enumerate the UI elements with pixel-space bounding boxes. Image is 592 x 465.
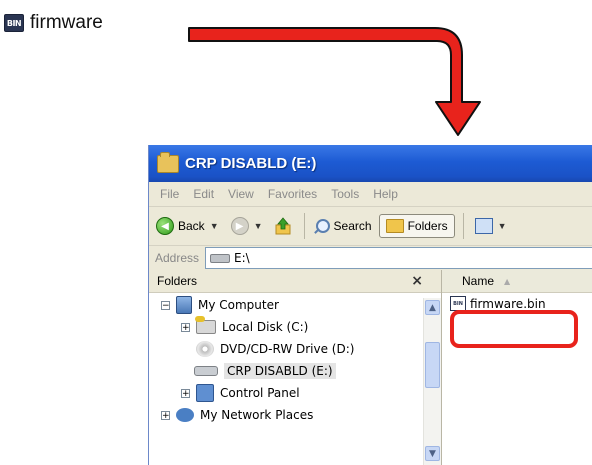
folder-icon: [157, 151, 179, 173]
tree-item-label: CRP DISABLD (E:): [224, 363, 336, 379]
close-icon[interactable]: ×: [411, 273, 423, 289]
dvd-drive-icon: [196, 341, 214, 357]
menu-view[interactable]: View: [221, 187, 261, 201]
chevron-down-icon[interactable]: ▼: [210, 221, 219, 231]
bin-file-icon: BIN: [450, 296, 466, 311]
toolbar: ◀ Back ▼ ▶ ▼ Search Folders ▼: [149, 207, 592, 246]
forward-button[interactable]: ▶ ▼: [226, 213, 268, 239]
folder-tree: − My Computer + Local Disk (C:) DVD/CD-R…: [149, 294, 423, 426]
folder-icon: [385, 219, 404, 233]
tree-item-my-computer[interactable]: − My Computer: [149, 294, 423, 316]
files-pane: Name ▲ BIN firmware.bin: [442, 270, 592, 465]
collapse-icon[interactable]: −: [161, 300, 170, 310]
file-name: firmware.bin: [470, 296, 546, 311]
folders-pane-title: Folders: [157, 274, 198, 288]
red-highlight-box: [450, 310, 578, 348]
folders-scrollbar[interactable]: ▲ ▼: [423, 298, 441, 465]
views-button[interactable]: ▼: [470, 214, 512, 238]
computer-icon: [176, 296, 192, 314]
tree-item-label: Control Panel: [220, 386, 300, 400]
search-label: Search: [333, 219, 372, 233]
explorer-window: CRP DISABLD (E:) File Edit View Favorite…: [148, 145, 592, 465]
forward-arrow-icon: ▶: [230, 217, 249, 235]
network-icon: [176, 408, 194, 422]
expand-icon[interactable]: +: [181, 388, 190, 398]
toolbar-separator: [303, 213, 305, 239]
title-bar[interactable]: CRP DISABLD (E:): [149, 145, 592, 182]
up-button[interactable]: [270, 213, 296, 239]
tree-item-label: Local Disk (C:): [222, 320, 309, 334]
address-bar: Address E:\: [149, 246, 592, 271]
back-label: Back: [178, 219, 205, 233]
tree-item-local-disk[interactable]: + Local Disk (C:): [149, 316, 423, 338]
scroll-thumb[interactable]: [425, 342, 440, 388]
tree-item-crp-disabld[interactable]: CRP DISABLD (E:): [149, 360, 423, 382]
column-name-label: Name: [462, 274, 495, 288]
expand-icon[interactable]: +: [161, 410, 170, 420]
back-button[interactable]: ◀ Back ▼: [151, 213, 224, 239]
hard-disk-icon: [195, 316, 216, 334]
menu-file[interactable]: File: [153, 187, 186, 201]
tree-item-label: My Computer: [198, 298, 279, 312]
tree-item-control-panel[interactable]: + Control Panel: [149, 382, 423, 404]
tree-item-network-places[interactable]: + My Network Places: [149, 404, 423, 426]
search-button[interactable]: Search: [311, 215, 377, 237]
menu-tools[interactable]: Tools: [324, 187, 366, 201]
search-icon: [315, 219, 330, 233]
address-label: Address: [155, 251, 200, 265]
menu-edit[interactable]: Edit: [186, 187, 221, 201]
folders-pane: Folders × − My Computer + Local Disk (C:…: [149, 270, 442, 465]
views-icon: [474, 218, 493, 234]
folder-up-icon: [275, 217, 291, 235]
window-title: CRP DISABLD (E:): [185, 155, 317, 172]
tree-item-label: My Network Places: [200, 408, 314, 422]
drive-icon: [210, 253, 231, 263]
removable-drive-icon: [194, 366, 218, 376]
column-header-name[interactable]: Name ▲: [442, 270, 592, 293]
scroll-up-icon[interactable]: ▲: [425, 300, 440, 315]
tree-item-dvd-drive[interactable]: DVD/CD-RW Drive (D:): [149, 338, 423, 360]
folders-pane-header: Folders ×: [149, 270, 441, 293]
control-panel-icon: [196, 384, 214, 402]
address-value: E:\: [234, 251, 250, 265]
menu-bar: File Edit View Favorites Tools Help: [149, 182, 592, 207]
tree-item-label: DVD/CD-RW Drive (D:): [220, 342, 355, 356]
explorer-content: Folders × − My Computer + Local Disk (C:…: [149, 270, 592, 465]
folders-button[interactable]: Folders: [378, 214, 455, 238]
folders-label: Folders: [407, 219, 448, 233]
expand-icon[interactable]: +: [181, 322, 190, 332]
chevron-down-icon[interactable]: ▼: [498, 221, 507, 231]
toolbar-separator: [462, 213, 464, 239]
menu-favorites[interactable]: Favorites: [261, 187, 324, 201]
scroll-down-icon[interactable]: ▼: [425, 446, 440, 461]
sort-ascending-icon: ▲: [504, 276, 511, 286]
menu-help[interactable]: Help: [366, 187, 405, 201]
file-item-firmware-bin[interactable]: BIN firmware.bin: [450, 296, 546, 311]
chevron-down-icon[interactable]: ▼: [254, 221, 263, 231]
back-arrow-icon: ◀: [156, 217, 174, 235]
address-input[interactable]: E:\: [205, 247, 592, 269]
